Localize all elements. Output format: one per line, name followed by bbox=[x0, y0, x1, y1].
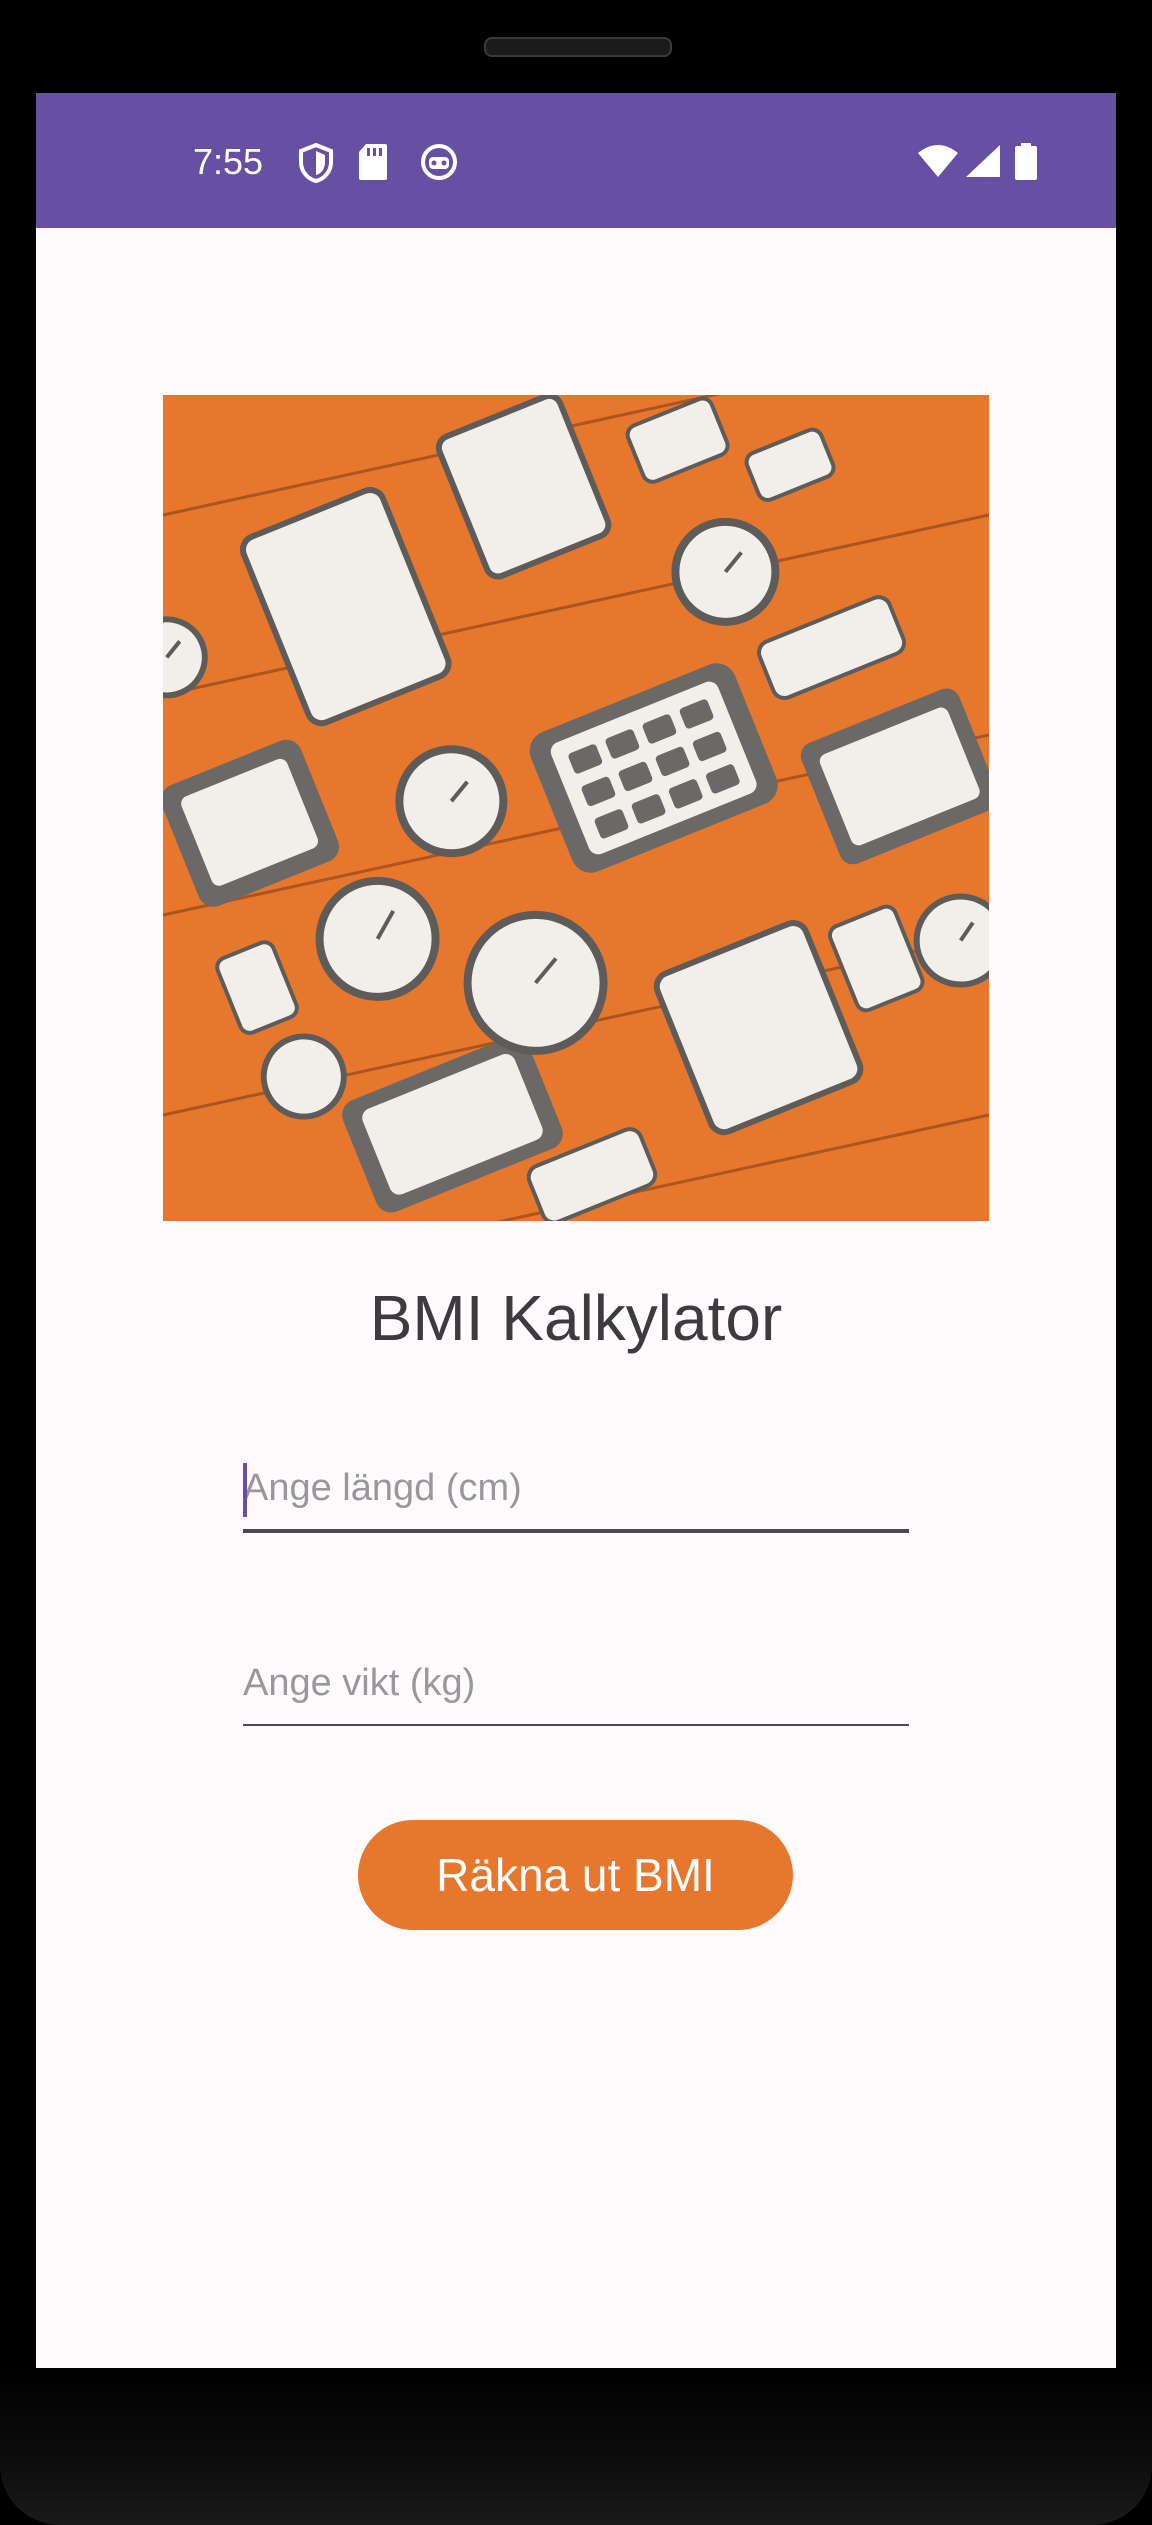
phone-frame: 7:55 BMI Kalkylator Ange längd (cm) Ange… bbox=[0, 0, 1152, 2525]
app-screen: 7:55 BMI Kalkylator Ange längd (cm) Ange… bbox=[36, 93, 1116, 2368]
weight-field-underline bbox=[243, 1724, 909, 1726]
signal-icon bbox=[966, 145, 1000, 177]
battery-icon bbox=[1015, 143, 1037, 180]
sd-card-icon bbox=[359, 144, 387, 180]
calculate-bmi-button[interactable]: Räkna ut BMI bbox=[358, 1820, 793, 1930]
shield-icon bbox=[299, 143, 333, 183]
page-title: BMI Kalkylator bbox=[369, 1282, 783, 1354]
text-cursor bbox=[243, 1463, 247, 1517]
wifi-icon bbox=[918, 145, 958, 177]
weight-input[interactable] bbox=[243, 1648, 909, 1718]
height-input[interactable] bbox=[243, 1453, 909, 1523]
phone-chin bbox=[0, 2368, 1152, 2525]
calculators-illustration bbox=[163, 395, 989, 1221]
status-bar: 7:55 bbox=[36, 93, 1116, 228]
height-field[interactable] bbox=[243, 1453, 909, 1533]
height-field-underline bbox=[243, 1529, 909, 1533]
weight-field[interactable] bbox=[243, 1648, 909, 1726]
robot-icon bbox=[421, 144, 457, 180]
status-time: 7:55 bbox=[193, 141, 264, 182]
earpiece-speaker bbox=[484, 37, 672, 57]
